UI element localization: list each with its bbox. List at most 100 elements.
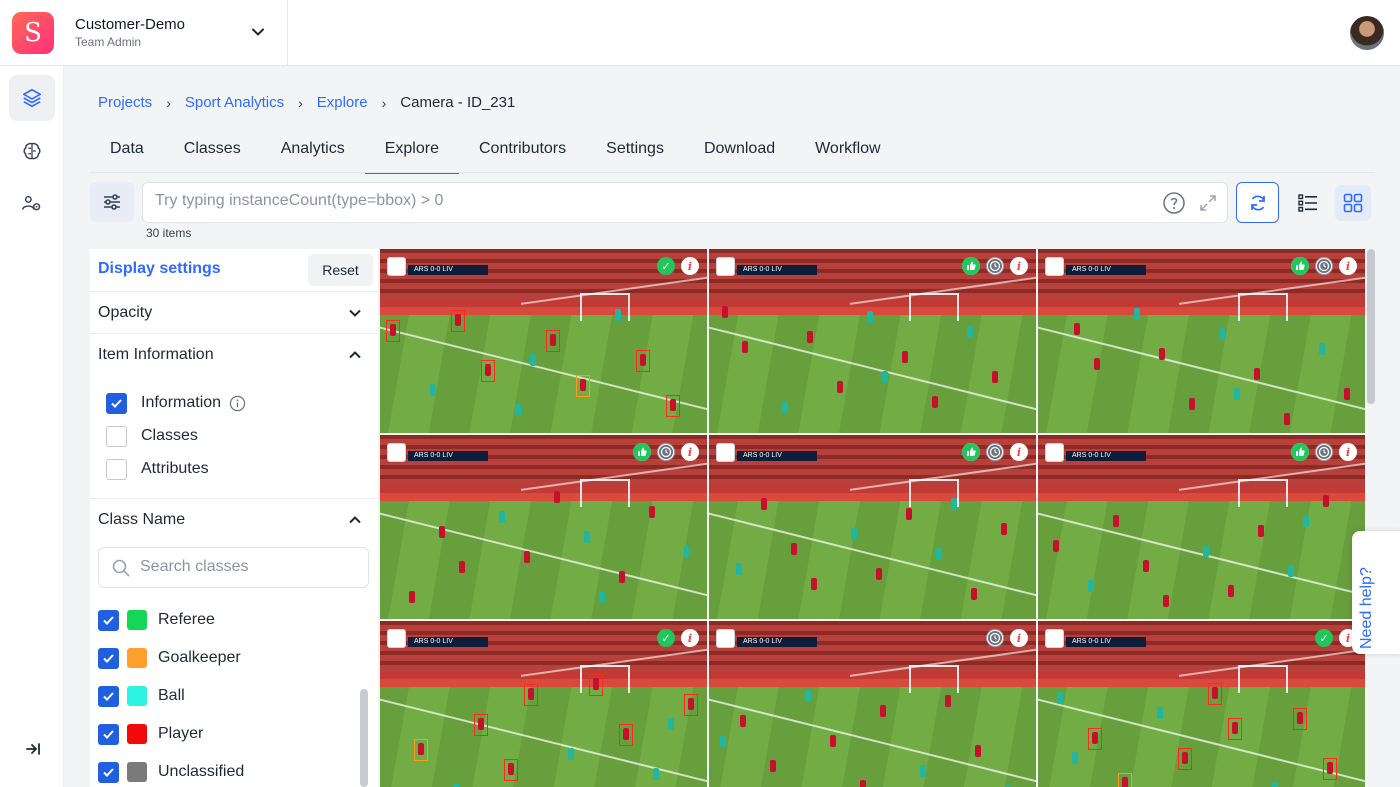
class-row-ball[interactable]: Ball bbox=[98, 685, 185, 707]
option-attributes[interactable]: Attributes bbox=[106, 458, 209, 480]
workspace-switcher[interactable]: S Customer-Demo Team Admin bbox=[0, 0, 288, 66]
breadcrumb-sport-analytics[interactable]: Sport Analytics bbox=[185, 94, 284, 111]
like-icon[interactable] bbox=[1291, 443, 1309, 461]
bbox-annotation[interactable] bbox=[474, 714, 488, 736]
user-avatar[interactable] bbox=[1350, 16, 1384, 50]
tab-classes[interactable]: Classes bbox=[164, 134, 261, 174]
rail-models-button[interactable] bbox=[9, 128, 55, 174]
gallery-tile[interactable]: ARS 0-0 LIV i bbox=[1038, 249, 1365, 433]
bbox-annotation[interactable] bbox=[666, 395, 680, 417]
check-icon[interactable]: ✓ bbox=[1315, 629, 1333, 647]
like-icon[interactable] bbox=[962, 443, 980, 461]
bbox-annotation[interactable] bbox=[414, 739, 428, 761]
bbox-annotation[interactable] bbox=[1208, 683, 1222, 705]
tab-settings[interactable]: Settings bbox=[586, 134, 684, 174]
unclassified-checkbox[interactable] bbox=[98, 761, 119, 783]
bbox-annotation[interactable] bbox=[1293, 708, 1307, 730]
gallery-tile[interactable]: ARS 0-0 LIV ✓ i bbox=[380, 621, 707, 787]
info-circle-icon[interactable] bbox=[229, 395, 246, 412]
tile-select-checkbox[interactable] bbox=[1045, 629, 1064, 648]
info-icon[interactable]: i bbox=[681, 443, 699, 461]
option-information[interactable]: Information bbox=[106, 392, 246, 414]
gallery-tile[interactable]: ARS 0-0 LIV ✓ i bbox=[380, 249, 707, 433]
class-row-referee[interactable]: Referee bbox=[98, 609, 215, 631]
tile-select-checkbox[interactable] bbox=[716, 257, 735, 276]
tab-analytics[interactable]: Analytics bbox=[261, 134, 365, 174]
rail-projects-button[interactable] bbox=[9, 75, 55, 121]
referee-checkbox[interactable] bbox=[98, 609, 119, 631]
bbox-annotation[interactable] bbox=[524, 684, 538, 706]
info-icon[interactable]: i bbox=[1339, 443, 1357, 461]
tab-data[interactable]: Data bbox=[90, 134, 164, 174]
player-checkbox[interactable] bbox=[98, 723, 119, 745]
information-checkbox[interactable] bbox=[106, 392, 127, 414]
breadcrumb-projects[interactable]: Projects bbox=[98, 94, 152, 111]
class-row-unclassified[interactable]: Unclassified bbox=[98, 761, 244, 783]
gallery-tile[interactable]: ARS 0-0 LIV i bbox=[380, 435, 707, 619]
class-row-player[interactable]: Player bbox=[98, 723, 203, 745]
class-row-goalkeeper[interactable]: Goalkeeper bbox=[98, 647, 241, 669]
rail-team-button[interactable] bbox=[9, 181, 55, 227]
gallery-tile[interactable]: ARS 0-0 LIV i bbox=[1038, 435, 1365, 619]
bbox-annotation[interactable] bbox=[589, 674, 603, 696]
tile-select-checkbox[interactable] bbox=[387, 443, 406, 462]
info-icon[interactable]: i bbox=[1010, 443, 1028, 461]
bbox-annotation[interactable] bbox=[1323, 758, 1337, 780]
bbox-annotation[interactable] bbox=[684, 694, 698, 716]
clock-icon[interactable] bbox=[657, 443, 675, 461]
expand-icon[interactable] bbox=[1198, 193, 1218, 213]
gallery-tile[interactable]: ARS 0-0 LIV i bbox=[709, 621, 1036, 787]
tile-select-checkbox[interactable] bbox=[716, 629, 735, 648]
option-classes[interactable]: Classes bbox=[106, 425, 198, 447]
tile-select-checkbox[interactable] bbox=[1045, 443, 1064, 462]
bbox-annotation[interactable] bbox=[504, 759, 518, 781]
need-help-button[interactable]: Need help? bbox=[1352, 531, 1400, 654]
chevron-down-icon[interactable] bbox=[248, 22, 268, 42]
tile-select-checkbox[interactable] bbox=[387, 629, 406, 648]
bbox-annotation[interactable] bbox=[546, 330, 560, 352]
clock-icon[interactable] bbox=[1315, 443, 1333, 461]
like-icon[interactable] bbox=[1291, 257, 1309, 275]
gallery-tile[interactable]: ARS 0-0 LIV ✓ i bbox=[1038, 621, 1365, 787]
clock-icon[interactable] bbox=[986, 257, 1004, 275]
tile-select-checkbox[interactable] bbox=[1045, 257, 1064, 276]
item-information-section-header[interactable]: Item Information bbox=[90, 333, 378, 375]
info-icon[interactable]: i bbox=[1339, 257, 1357, 275]
goalkeeper-checkbox[interactable] bbox=[98, 647, 119, 669]
refresh-button[interactable] bbox=[1236, 182, 1279, 223]
gallery-tile[interactable]: ARS 0-0 LIV i bbox=[709, 249, 1036, 433]
collapse-sidebar-icon[interactable] bbox=[24, 740, 42, 758]
like-icon[interactable] bbox=[633, 443, 651, 461]
bbox-annotation[interactable] bbox=[576, 375, 590, 397]
tile-select-checkbox[interactable] bbox=[387, 257, 406, 276]
classes-checkbox[interactable] bbox=[106, 425, 127, 447]
clock-icon[interactable] bbox=[986, 629, 1004, 647]
info-icon[interactable]: i bbox=[681, 257, 699, 275]
breadcrumb-explore[interactable]: Explore bbox=[317, 94, 368, 111]
class-name-section-header[interactable]: Class Name bbox=[90, 498, 378, 540]
bbox-annotation[interactable] bbox=[636, 350, 650, 372]
bbox-annotation[interactable] bbox=[1178, 748, 1192, 770]
info-icon[interactable]: i bbox=[681, 629, 699, 647]
like-icon[interactable] bbox=[962, 257, 980, 275]
clock-icon[interactable] bbox=[986, 443, 1004, 461]
tab-explore[interactable]: Explore bbox=[364, 134, 460, 174]
attributes-checkbox[interactable] bbox=[106, 458, 127, 480]
clock-icon[interactable] bbox=[1315, 257, 1333, 275]
grid-view-button[interactable] bbox=[1335, 185, 1371, 221]
tile-select-checkbox[interactable] bbox=[716, 443, 735, 462]
bbox-annotation[interactable] bbox=[386, 320, 400, 342]
list-view-button[interactable] bbox=[1290, 185, 1326, 221]
info-icon[interactable]: i bbox=[1010, 257, 1028, 275]
bbox-annotation[interactable] bbox=[481, 360, 495, 382]
bbox-annotation[interactable] bbox=[1228, 718, 1242, 740]
tab-contributors[interactable]: Contributors bbox=[459, 134, 586, 174]
bbox-annotation[interactable] bbox=[451, 310, 465, 332]
panel-scrollbar[interactable] bbox=[360, 689, 368, 787]
ball-checkbox[interactable] bbox=[98, 685, 119, 707]
display-settings-toggle-button[interactable] bbox=[90, 182, 134, 222]
check-icon[interactable]: ✓ bbox=[657, 629, 675, 647]
opacity-section-header[interactable]: Opacity bbox=[90, 291, 378, 333]
bbox-annotation[interactable] bbox=[1118, 773, 1132, 787]
query-input[interactable] bbox=[155, 192, 1135, 210]
